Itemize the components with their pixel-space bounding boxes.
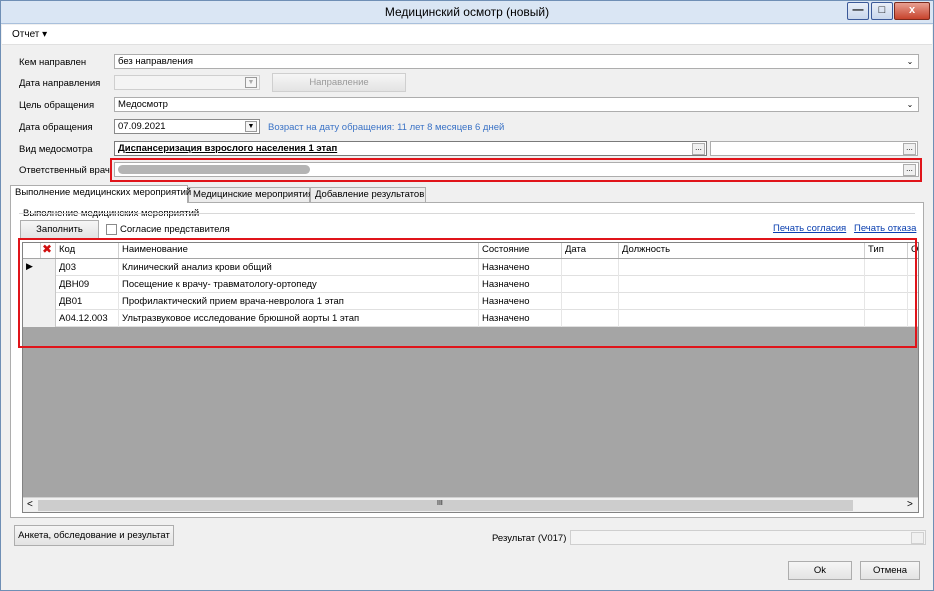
representative-consent-checkbox[interactable] [106, 224, 117, 235]
scroll-right-icon[interactable]: > [907, 499, 913, 510]
maximize-icon: □ [878, 4, 886, 16]
close-button[interactable]: x [894, 2, 930, 20]
ok-button[interactable]: Ok [788, 561, 852, 580]
main-window: Медицинский осмотр (новый) — □ x Отчет ▾… [0, 0, 934, 591]
survey-results-button[interactable]: Анкета, обследование и результат [14, 525, 174, 546]
tab-panel-execution: Выполнение медицинских мероприятий Запол… [10, 202, 924, 518]
horizontal-scrollbar[interactable]: < III > [23, 497, 918, 512]
representative-consent-label: Согласие представителя [120, 224, 230, 235]
tab-medical-activities[interactable]: Медицинские мероприятия [188, 187, 313, 202]
window-title: Медицинский осмотр (новый) [384, 5, 550, 19]
referral-date-field[interactable]: ▼ [114, 75, 260, 90]
redacted-name-bar [118, 165, 310, 174]
result-label: Результат (V017) [492, 533, 567, 544]
scroll-grip-icon: III [437, 500, 443, 507]
print-consent-link[interactable]: Печать согласия [773, 223, 846, 234]
calendar-dropdown-icon[interactable]: ▼ [245, 121, 257, 132]
chevron-down-icon: ⌄ [906, 100, 914, 109]
menu-report[interactable]: Отчет ▾ [12, 29, 47, 40]
visit-purpose-label: Цель обращения [19, 100, 95, 111]
age-info-text: Возраст на дату обращения: 11 лет 8 меся… [268, 122, 505, 133]
referral-date-label: Дата направления [19, 78, 101, 89]
responsible-doctor-browse-button[interactable]: ... [903, 164, 916, 176]
scroll-thumb[interactable] [38, 500, 853, 511]
referred-by-label: Кем направлен [19, 57, 87, 68]
maximize-button[interactable]: □ [871, 2, 893, 20]
cancel-button[interactable]: Отмена [860, 561, 920, 580]
group-divider [19, 213, 915, 214]
calendar-dropdown-icon: ▼ [245, 77, 257, 88]
exam-type-browse-button[interactable]: ... [692, 143, 705, 155]
referral-button[interactable]: Направление [272, 73, 406, 92]
exam-type-extra-field[interactable] [710, 141, 918, 156]
highlight-box-grid [18, 238, 917, 348]
tab-add-results[interactable]: Добавление результатов [310, 187, 426, 202]
responsible-doctor-field[interactable] [114, 162, 919, 177]
exam-type-extra-browse-button[interactable]: ... [903, 143, 916, 155]
minimize-icon: — [852, 4, 864, 16]
result-browse-button[interactable] [911, 532, 924, 544]
visit-purpose-value: Медосмотр [118, 99, 168, 110]
chevron-down-icon: ⌄ [906, 57, 914, 66]
scroll-left-icon[interactable]: < [27, 499, 33, 510]
close-icon: x [908, 4, 916, 16]
fill-button[interactable]: Заполнить [20, 220, 99, 239]
title-bar[interactable]: Медицинский осмотр (новый) — □ x [1, 1, 933, 24]
referred-by-value: без направления [118, 56, 193, 67]
visit-date-label: Дата обращения [19, 122, 93, 133]
print-refusal-link[interactable]: Печать отказа [854, 223, 916, 234]
responsible-doctor-label: Ответственный врач [19, 165, 110, 176]
exam-type-field[interactable]: Диспансеризация взрослого населения 1 эт… [114, 141, 707, 156]
exam-type-label: Вид медосмотра [19, 144, 93, 155]
form-content: Кем направлен без направления ⌄ Дата нап… [2, 46, 932, 590]
exam-type-value: Диспансеризация взрослого населения 1 эт… [118, 143, 338, 154]
menu-bar: Отчет ▾ [2, 25, 932, 45]
minimize-button[interactable]: — [847, 2, 869, 20]
result-field[interactable] [570, 530, 926, 545]
tab-execution[interactable]: Выполнение медицинских мероприятий [10, 185, 191, 203]
visit-purpose-select[interactable]: Медосмотр ⌄ [114, 97, 919, 112]
referred-by-select[interactable]: без направления ⌄ [114, 54, 919, 69]
visit-date-value: 07.09.2021 [118, 121, 166, 132]
visit-date-field[interactable]: 07.09.2021 ▼ [114, 119, 260, 134]
